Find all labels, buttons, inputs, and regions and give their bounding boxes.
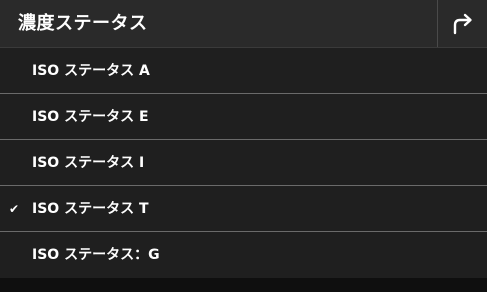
back-button[interactable]	[437, 0, 487, 47]
checkmark-icon: ✔	[9, 202, 20, 216]
header-bar: 濃度ステータス	[0, 0, 487, 48]
list-item-label: ISO ステータス I	[32, 155, 145, 171]
list-item-label: ISO ステータス T	[32, 201, 149, 217]
page-title: 濃度ステータス	[18, 13, 148, 34]
iso-status-list: ISO ステータス A ISO ステータス E ISO ステータス I ✔ IS…	[0, 48, 487, 278]
list-item-label: ISO ステータス A	[32, 63, 150, 79]
list-item-iso-status-i[interactable]: ISO ステータス I	[0, 140, 487, 186]
return-arrow-icon	[453, 13, 472, 34]
list-item-iso-status-a[interactable]: ISO ステータス A	[0, 48, 487, 94]
footer-strip	[0, 278, 487, 292]
list-item-label: ISO ステータス E	[32, 109, 149, 125]
list-item-label: ISO ステータス：G	[32, 247, 160, 263]
list-item-iso-status-t[interactable]: ✔ ISO ステータス T	[0, 186, 487, 232]
list-item-iso-status-g[interactable]: ISO ステータス：G	[0, 232, 487, 278]
list-item-iso-status-e[interactable]: ISO ステータス E	[0, 94, 487, 140]
